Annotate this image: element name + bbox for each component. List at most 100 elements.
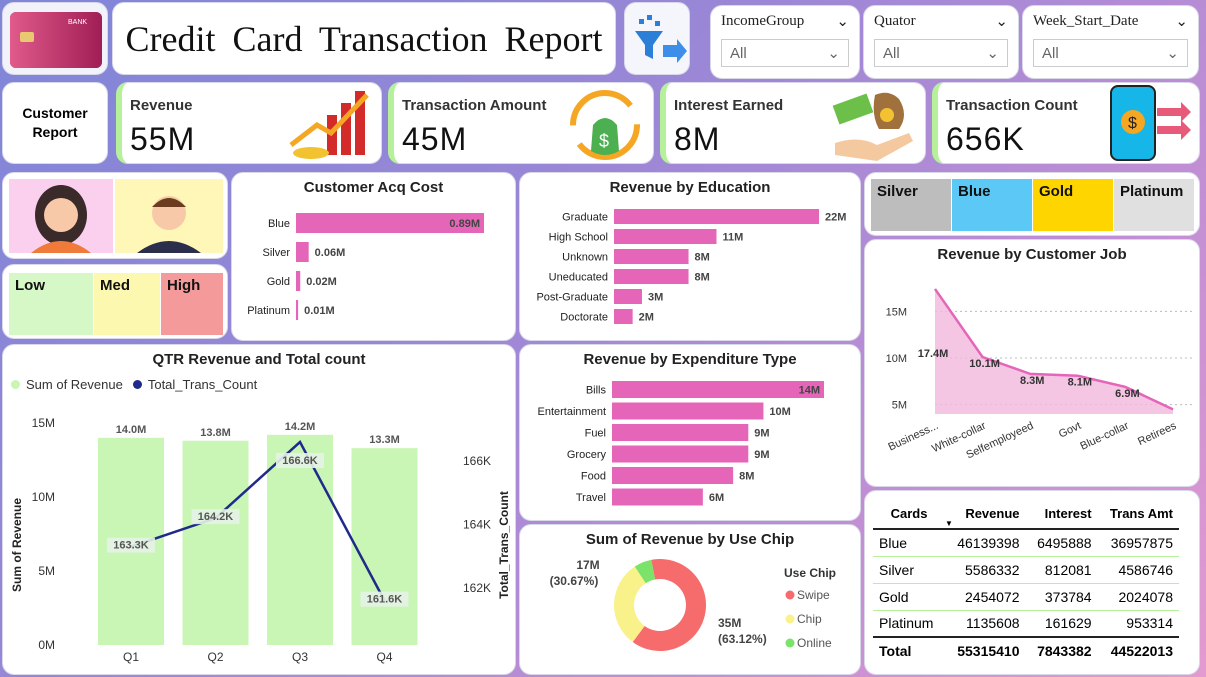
- data-label: 10.1M: [969, 358, 1000, 370]
- table-cell: 812081: [1044, 561, 1092, 578]
- data-label: 17M: [576, 558, 599, 572]
- category-label: Platinum: [247, 305, 290, 317]
- data-label: 17.4M: [918, 348, 949, 360]
- education-chart: Revenue by Education Graduate 22M High Sch…: [519, 172, 861, 341]
- slicer-dropdown[interactable]: All ⌄: [1033, 39, 1188, 67]
- bar: [296, 300, 299, 320]
- chart-title: Revenue by Education: [609, 179, 771, 196]
- tier-legend: Silver Blue Gold Platinum: [864, 172, 1200, 236]
- expenditure-plot: Bills 14M Entertainment 10M Fuel 9M Grocery 9M F…: [538, 381, 824, 506]
- data-label: (63.12%): [718, 632, 767, 646]
- legend-dot-count: [132, 380, 142, 389]
- week-start-date-slicer[interactable]: Week_Start_Date ⌄ All ⌄: [1022, 5, 1199, 79]
- legend-label: Total_Trans_Count: [147, 377, 258, 392]
- quator-slicer[interactable]: Quator ⌄ All ⌄: [863, 5, 1019, 79]
- customer-job-plot: 15M10M5M17.4MBusiness...10.1MWhite-colla…: [886, 288, 1193, 461]
- bar: [614, 289, 642, 304]
- category-label: Doctorate: [560, 312, 608, 324]
- bar: [612, 424, 749, 441]
- category-label: Post-Graduate: [536, 292, 608, 304]
- acq-cost-chart: Customer Acq Cost Blue 0.89M Silver 0.06M Go…: [231, 172, 516, 341]
- chart-title: Customer Acq Cost: [303, 179, 444, 196]
- legend-label: Sum of Revenue: [26, 377, 123, 392]
- category-label: Blue: [268, 218, 290, 230]
- column-header[interactable]: Interest: [1026, 499, 1098, 529]
- table-row[interactable]: Platinum 1135608 161629 953314: [873, 610, 1179, 637]
- chart-title: Revenue by Customer Job: [937, 246, 1127, 263]
- y-tick-label: 15M: [886, 306, 907, 318]
- x-tick-label: Q3: [292, 650, 308, 664]
- acq-cost-plot: Blue 0.89M Silver 0.06M Gold 0.02M Platinum 0.0…: [247, 213, 484, 320]
- chevron-down-icon: ⌄: [827, 45, 840, 62]
- data-label: 22M: [825, 212, 846, 224]
- table-cell: 4586746: [1118, 561, 1173, 578]
- data-label: 0.02M: [306, 276, 337, 288]
- data-label: 164.2K: [198, 511, 234, 523]
- data-label: 11M: [723, 232, 744, 244]
- legend-label: Swipe: [797, 588, 830, 602]
- table-cell: 2024078: [1118, 588, 1173, 605]
- bar: [614, 229, 717, 244]
- customer-job-chart: Revenue by Customer Job 15M 10M 5M 17.4M Bus…: [864, 239, 1200, 487]
- chevron-down-icon: ⌄: [986, 45, 999, 62]
- chevron-down-icon[interactable]: ⌄: [995, 12, 1008, 31]
- nav-label: Customer Report: [22, 105, 88, 140]
- slicer-label: Week_Start_Date: [1033, 13, 1139, 29]
- legend-title: Use Chip: [784, 566, 836, 580]
- data-label: 14.2M: [285, 421, 316, 433]
- summary-table: Cards Revenue Interest Trans Amt Blue 461…: [873, 499, 1179, 664]
- legend-label: Chip: [797, 612, 822, 626]
- credit-card-icon: BANK: [10, 12, 102, 68]
- bar: [614, 209, 819, 224]
- logo-card: BANK: [2, 2, 108, 75]
- slicer-dropdown[interactable]: All ⌄: [721, 39, 849, 67]
- data-label: 8M: [695, 272, 710, 284]
- donut-slice: [614, 566, 646, 643]
- bar: [296, 242, 309, 262]
- customer-report-nav-button[interactable]: Customer Report: [2, 82, 108, 164]
- income-group-slicer[interactable]: IncomeGroup ⌄ All ⌄: [710, 5, 860, 79]
- chevron-down-icon[interactable]: ⌄: [1175, 12, 1188, 31]
- risk-legend: Low Med High: [2, 264, 228, 339]
- sort-indicator-icon[interactable]: ▼: [945, 519, 953, 528]
- table-cell: Total: [879, 643, 912, 659]
- slicer-value: All: [1042, 44, 1059, 62]
- legend-dot-revenue: [11, 380, 20, 389]
- data-label: 163.3K: [113, 540, 149, 552]
- chart-title: QTR Revenue and Total count: [152, 351, 366, 368]
- data-label: 13.8M: [200, 427, 231, 439]
- column-header[interactable]: Trans Amt: [1098, 499, 1179, 529]
- category-label: Food: [581, 471, 606, 483]
- table-row[interactable]: Silver 5586332 812081 4586746: [873, 556, 1179, 583]
- chevron-down-icon: ⌄: [1166, 45, 1179, 62]
- male-avatar-icon: [137, 196, 201, 253]
- kpi-revenue: Revenue 55M: [116, 82, 382, 164]
- table-row[interactable]: Blue 46139398 6495888 36957875: [873, 529, 1179, 556]
- slicer-value: All: [883, 44, 900, 62]
- column-header[interactable]: Revenue: [945, 499, 1026, 529]
- total-row[interactable]: Total 55315410 7843382 44522013: [873, 637, 1179, 664]
- data-label: 161.6K: [367, 594, 403, 606]
- table-cell: Gold: [879, 588, 909, 605]
- table-row[interactable]: Gold 2454072 373784 2024078: [873, 583, 1179, 610]
- female-avatar: [9, 179, 113, 253]
- bar: [612, 467, 734, 484]
- slicer-dropdown[interactable]: All ⌄: [874, 39, 1008, 67]
- column-header[interactable]: Cards: [873, 499, 945, 529]
- bar: [612, 488, 703, 506]
- y-axis-title: Sum of Revenue: [10, 498, 24, 592]
- x-tick-label: Q1: [123, 650, 139, 664]
- education-plot: Graduate 22M High School 11M Unknown 8M Uneduc…: [536, 209, 846, 324]
- bar: [296, 271, 301, 291]
- x-tick-label: Blue-collar: [1078, 420, 1130, 453]
- qtr-plot: 15M 10M 5M 0M 166K 164K 162K Sum of Revenue Tota…: [10, 416, 511, 664]
- table-cell: 2454072: [965, 588, 1020, 605]
- chevron-down-icon[interactable]: ⌄: [836, 12, 849, 31]
- data-label: 6M: [709, 492, 724, 504]
- filter-funnel-button[interactable]: [624, 2, 690, 75]
- data-label: 6.9M: [1115, 388, 1139, 400]
- table-cell: 161629: [1044, 615, 1092, 632]
- chart-legend: Sum of Revenue Total_Trans_Count: [11, 377, 257, 392]
- data-label: 13.3M: [369, 434, 400, 446]
- kpi-value: 55M: [130, 121, 196, 157]
